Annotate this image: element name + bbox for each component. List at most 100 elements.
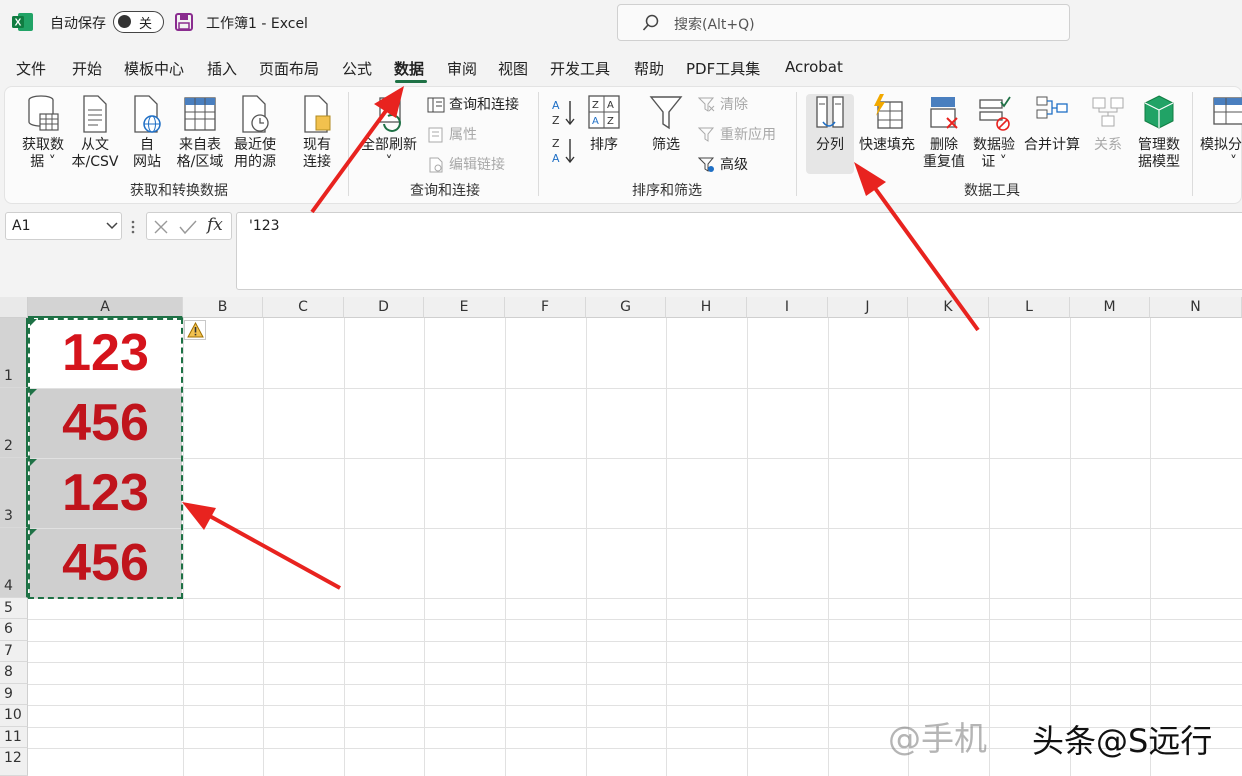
- insert-function-icon[interactable]: fx: [207, 215, 223, 235]
- tab-acrobat[interactable]: Acrobat: [785, 58, 843, 76]
- svg-text:Z: Z: [607, 116, 614, 127]
- group-separator: [538, 92, 539, 196]
- tab-data[interactable]: 数据: [394, 58, 424, 79]
- row-header-3[interactable]: 3: [0, 458, 28, 528]
- error-check-button[interactable]: [184, 320, 206, 340]
- from-web-button[interactable]: 自 网站: [124, 94, 170, 171]
- column-header-e[interactable]: E: [424, 297, 505, 318]
- row-header-2[interactable]: 2: [0, 388, 28, 458]
- sort-dialog-icon: ZA AZ: [588, 95, 620, 129]
- sort-ascending-button[interactable]: A Z: [548, 98, 580, 131]
- column-header-d[interactable]: D: [344, 297, 424, 318]
- grid-line: [263, 318, 264, 776]
- reapply-label: 重新应用: [720, 127, 776, 143]
- row-header-10[interactable]: 10: [0, 705, 28, 727]
- filter-button[interactable]: 筛选: [646, 94, 686, 154]
- row-header-7[interactable]: 7: [0, 641, 28, 662]
- column-header-l[interactable]: L: [989, 297, 1070, 318]
- tab-insert[interactable]: 插入: [207, 58, 237, 79]
- from-table-label-2: 格/区域: [176, 154, 224, 170]
- remove-duplicates-label-1: 删除: [930, 137, 958, 153]
- row-header-9[interactable]: 9: [0, 684, 28, 705]
- select-all-corner[interactable]: [0, 297, 28, 318]
- existing-label-2: 连接: [303, 154, 331, 170]
- relationships-button[interactable]: 关系: [1088, 94, 1128, 154]
- column-header-n[interactable]: N: [1150, 297, 1242, 318]
- row-header-5[interactable]: 5: [0, 598, 28, 619]
- grid-line: [28, 458, 1242, 459]
- what-if-analysis-button[interactable]: 模拟分 ˅: [1200, 94, 1242, 171]
- recent-sources-button[interactable]: 最近使 用的源: [229, 94, 281, 171]
- remove-duplicates-button[interactable]: 删除 重复值: [920, 94, 968, 171]
- column-header-b[interactable]: B: [183, 297, 263, 318]
- save-icon[interactable]: [174, 12, 194, 32]
- data-validation-button[interactable]: 数据验 证 ˅: [970, 94, 1018, 171]
- search-box[interactable]: 搜索(Alt+Q): [617, 4, 1070, 41]
- column-header-k[interactable]: K: [908, 297, 989, 318]
- clear-filter-button[interactable]: 清除: [697, 94, 748, 114]
- grid-line: [28, 705, 1242, 706]
- existing-label-1: 现有: [303, 137, 331, 153]
- autosave-toggle[interactable]: 关: [113, 11, 164, 33]
- reapply-icon: [697, 127, 715, 142]
- column-header-c[interactable]: C: [263, 297, 344, 318]
- row-header-4[interactable]: 4: [0, 528, 28, 598]
- grid-line: [989, 318, 990, 776]
- worksheet-grid[interactable]: A B C D E F G H I J K L M N 1 2 3 4 5 6 …: [0, 297, 1242, 776]
- tab-formulas[interactable]: 公式: [342, 58, 372, 79]
- flash-fill-button[interactable]: 快速填充: [858, 94, 916, 154]
- formula-buttons: fx: [146, 212, 232, 240]
- tab-page-layout[interactable]: 页面布局: [259, 58, 319, 79]
- tab-file[interactable]: 文件: [16, 58, 46, 79]
- refresh-all-button[interactable]: 全部刷新 ˅: [358, 94, 420, 171]
- column-header-a[interactable]: A: [28, 297, 183, 318]
- tab-developer[interactable]: 开发工具: [550, 58, 610, 79]
- edit-links-button[interactable]: 编辑链接: [427, 154, 505, 174]
- clear-label: 清除: [720, 97, 748, 113]
- manage-data-model-button[interactable]: 管理数 据模型: [1134, 94, 1184, 171]
- grid-line: [505, 318, 506, 776]
- confirm-icon[interactable]: [179, 219, 197, 235]
- advanced-filter-button[interactable]: 高级: [697, 154, 748, 174]
- name-box[interactable]: A1: [5, 212, 122, 240]
- column-header-g[interactable]: G: [586, 297, 666, 318]
- tab-help[interactable]: 帮助: [634, 58, 664, 79]
- existing-connections-button[interactable]: 现有 连接: [296, 94, 338, 171]
- tab-review[interactable]: 审阅: [447, 58, 477, 79]
- chevron-down-icon[interactable]: [106, 222, 118, 230]
- row-header-1[interactable]: 1: [0, 318, 28, 388]
- grid-line: [28, 388, 1242, 389]
- queries-connections-button[interactable]: 查询和连接: [427, 94, 519, 114]
- column-header-i[interactable]: I: [747, 297, 828, 318]
- row-header-8[interactable]: 8: [0, 662, 28, 684]
- from-table-label-1: 来自表: [179, 137, 221, 153]
- formula-input[interactable]: '123: [236, 212, 1242, 290]
- tab-pdf-tools[interactable]: PDF工具集: [686, 58, 760, 79]
- tab-home[interactable]: 开始: [72, 58, 102, 79]
- cancel-icon[interactable]: [153, 219, 169, 235]
- column-header-m[interactable]: M: [1070, 297, 1150, 318]
- row-header-12[interactable]: 12: [0, 748, 28, 776]
- row-header-6[interactable]: 6: [0, 619, 28, 641]
- reapply-button[interactable]: 重新应用: [697, 124, 776, 144]
- consolidate-button[interactable]: 合并计算: [1022, 94, 1082, 154]
- sort-button[interactable]: ZA AZ 排序: [584, 94, 624, 154]
- column-header-j[interactable]: J: [828, 297, 908, 318]
- more-options-icon[interactable]: [130, 219, 136, 235]
- row-header-11[interactable]: 11: [0, 727, 28, 748]
- grid-line: [28, 662, 1242, 663]
- tab-templates[interactable]: 模板中心: [124, 58, 184, 79]
- sort-descending-button[interactable]: Z A: [548, 136, 580, 169]
- from-table-button[interactable]: 来自表 格/区域: [174, 94, 226, 171]
- what-if-chevron: ˅: [1230, 154, 1237, 170]
- from-text-csv-button[interactable]: 从文 本/CSV: [70, 94, 120, 171]
- properties-button[interactable]: 属性: [427, 124, 477, 144]
- watermark-left: @手机: [888, 719, 987, 758]
- column-header-h[interactable]: H: [666, 297, 747, 318]
- group-sort-filter-label: 排序和筛选: [632, 183, 702, 199]
- get-data-button[interactable]: 获取数 据 ˅: [18, 94, 68, 171]
- tab-view[interactable]: 视图: [498, 58, 528, 79]
- get-data-label-2: 据 ˅: [30, 154, 56, 170]
- column-header-f[interactable]: F: [505, 297, 586, 318]
- text-to-columns-button[interactable]: 分列: [806, 94, 854, 174]
